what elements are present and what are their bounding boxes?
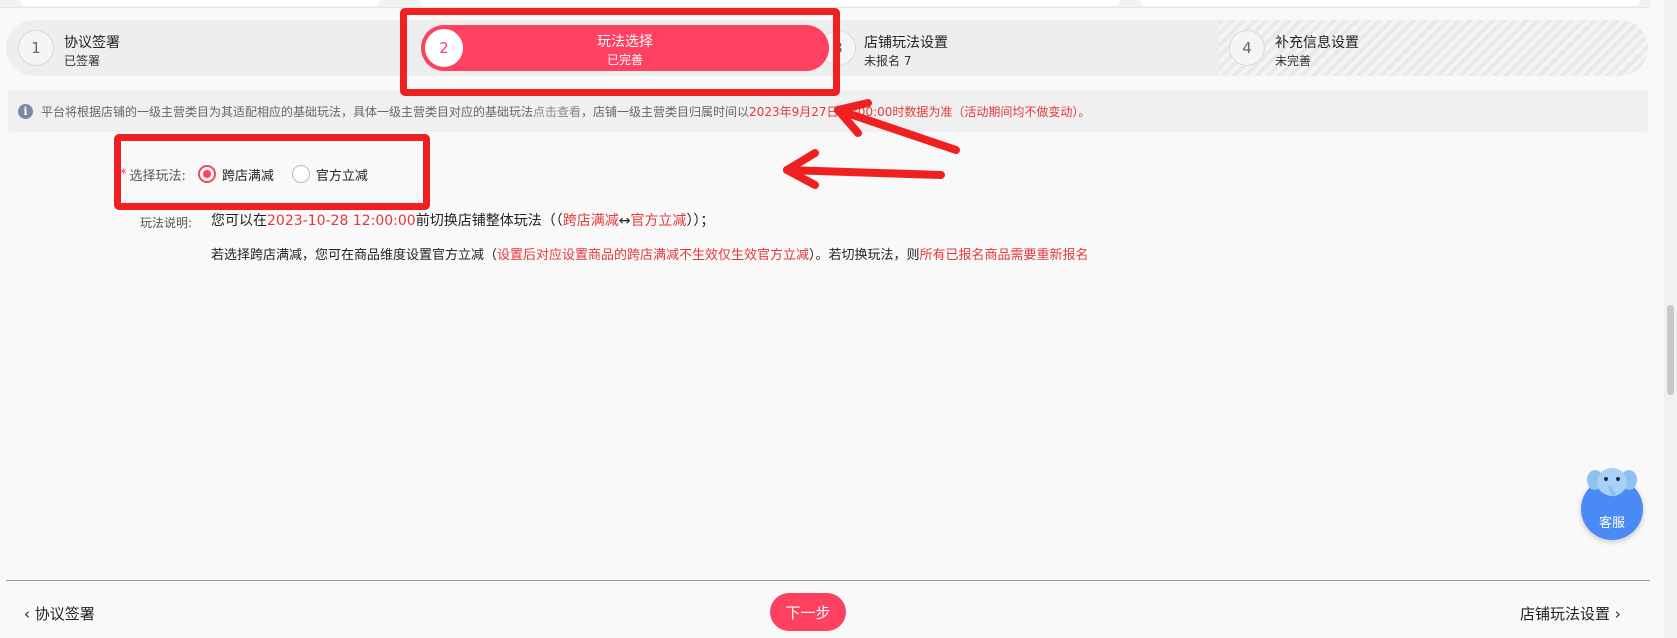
elephant-mascot-icon [1587,468,1637,497]
customer-service-button[interactable]: 客服 [1581,468,1643,540]
description-label: 玩法说明: [140,216,193,230]
description-text: 您可以在 [211,213,267,229]
prev-step-label: 协议签署 [34,605,95,623]
scrollbar-thumb[interactable] [1667,305,1674,395]
notice-text: 平台将根据店铺的一级主营类目为其适配相应的基础玩法，具体一级主营类目对应的基础玩… [41,104,534,119]
step-store-play-settings[interactable]: 3 店铺玩法设置 未报名 7 [816,20,1196,76]
step-number: 1 [18,30,54,66]
notice-view-link[interactable]: 点击查看 [533,103,581,120]
description-line-1: 您可以在2023-10-28 12:00:00前切换店铺整体玩法（（跨店满减↔官… [211,210,714,230]
notice-banner: i 平台将根据店铺的一级主营类目为其适配相应的基础玩法，具体一级主营类目对应的基… [8,90,1648,132]
description-highlight: 所有已报名商品需要重新报名 [919,248,1089,263]
customer-service-label[interactable]: 客服 [1581,512,1643,531]
switch-arrow-icon: ↔ [618,213,631,229]
footer-divider [6,580,1650,581]
top-strip-segment [20,0,380,6]
scrollbar[interactable] [1664,0,1677,638]
description-text: 若选择跨店满减，您可在商品维度设置官方立减（ [211,248,498,263]
description-line-2: 若选择跨店满减，您可在商品维度设置官方立减（设置后对应设置商品的跨店满减不生效仅… [211,244,1089,263]
step-number: 4 [1229,30,1265,66]
next-step-link[interactable]: 店铺玩法设置 › [1520,603,1621,624]
notice-text: ，店铺一级主营类目归属时间以 [581,104,750,119]
step-agreement[interactable]: 1 协议签署 已签署 [12,20,402,76]
play-name: 官方立减 [630,213,687,229]
next-step-label: 店铺玩法设置 [1520,605,1611,623]
prev-step-link[interactable]: ‹ 协议签署 [24,603,95,624]
chevron-right-icon: › [1610,605,1621,623]
step-title: 店铺玩法设置 [864,35,948,51]
top-strip-segment [1140,0,1640,6]
step-status: 已签署 [64,54,101,68]
description-text: ））； [686,213,715,229]
step-title: 协议签署 [64,35,120,51]
switch-deadline: 2023-10-28 12:00:00 [267,213,416,229]
description-text: 前切换店铺整体玩法（（ [415,213,563,229]
step-status: 未完善 [1275,54,1312,68]
step-status: 未报名 7 [864,54,912,68]
info-icon: i [18,103,33,119]
annotation-arrow-icon [783,149,945,189]
description-highlight: 设置后对应设置商品的跨店满减不生效仅生效官方立减 [497,248,810,263]
notice-highlight: 2023年9月27日00:00:00时数据为准（活动期间均不做变动）。 [749,104,1091,119]
chevron-left-icon: ‹ [24,605,35,623]
description-text: ）。若切换玩法，则 [809,248,920,263]
step-supplementary-info[interactable]: 4 补充信息设置 未完善 [1219,20,1648,76]
top-strip-segment [420,0,1120,6]
next-step-button[interactable]: 下一步 [770,593,846,631]
step-title: 补充信息设置 [1275,35,1359,51]
annotation-box-step [400,8,840,96]
play-name: 跨店满减 [562,213,619,229]
annotation-box-radio [114,134,430,210]
top-strip [0,0,1650,8]
